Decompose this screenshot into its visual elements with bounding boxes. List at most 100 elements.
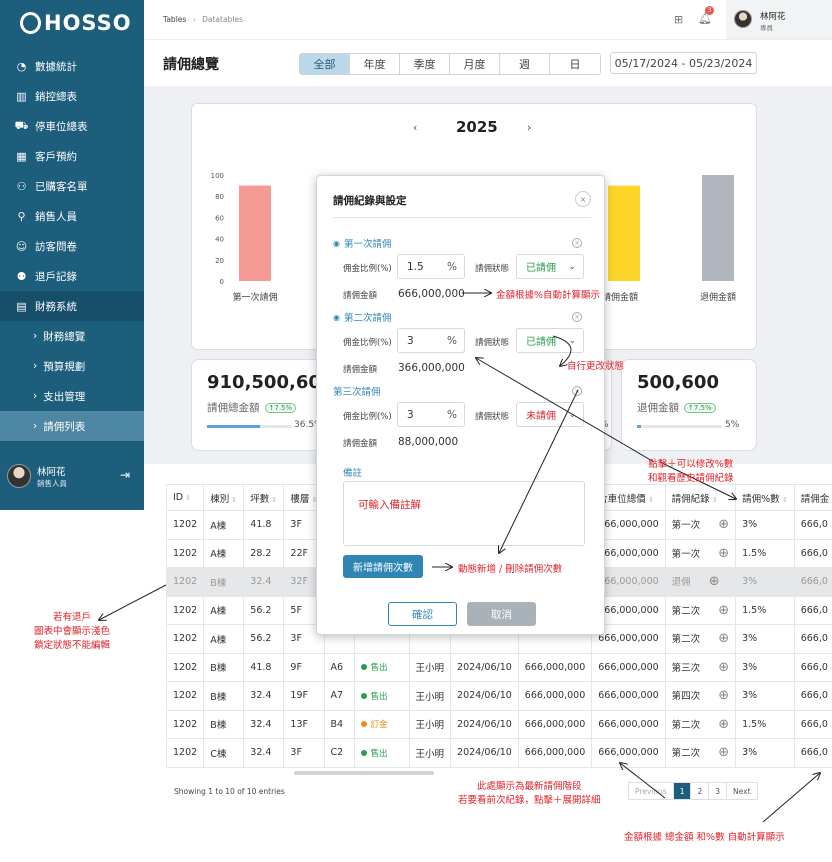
ratio-input[interactable]: 3% [397, 402, 465, 427]
pagination-page-3[interactable]: 3 [709, 783, 728, 799]
expand-plus-icon[interactable]: ⊕ [718, 717, 729, 732]
tab-4[interactable]: 月度 [450, 54, 500, 74]
table-row[interactable]: 1202 B棟 32.4 19F A7 售出 王小明 2024/06/10 666,000,00… [165, 681, 832, 711]
sidebar-item-5[interactable]: ⚇ 已購客名單 [0, 171, 144, 201]
cell-unit: A6 [323, 652, 355, 682]
expand-plus-icon[interactable]: ⊕ [709, 574, 720, 589]
expand-plus-icon[interactable]: ⊕ [718, 688, 729, 703]
record-title: 第一次請佣 [343, 239, 392, 250]
sidebar-item-3[interactable]: ⛟ 停車位總表 [0, 111, 144, 141]
status-select[interactable]: 已請佣 ⌄ [516, 254, 584, 279]
expand-plus-icon[interactable]: ⊕ [718, 517, 729, 532]
column-header[interactable]: 請佣紀錄 ⇕ [664, 484, 737, 511]
stat-total-label: 請佣總金額 [207, 402, 260, 414]
logout-icon[interactable]: ⇥ [120, 468, 130, 482]
sort-icon[interactable]: ⇕ [269, 496, 278, 504]
remove-record-icon[interactable]: × [572, 312, 582, 322]
brand-logo[interactable]: HOSSO [20, 11, 132, 35]
period-tabs: 全部 年度 季度 月度週日 [299, 53, 601, 75]
sort-icon[interactable]: ⇕ [646, 496, 654, 504]
chevron-down-icon: ⌄ [568, 409, 576, 420]
sort-icon[interactable]: ⇕ [780, 496, 788, 504]
table-row[interactable]: 1202 B棟 32.4 13F B4 訂金 王小明 2024/06/10 666,000,00… [165, 709, 832, 739]
column-header[interactable]: 棟別 ⇕ [203, 484, 245, 511]
sidebar-item-7[interactable]: ☺ 訪客問卷 [0, 231, 144, 261]
breadcrumb-tables[interactable]: Tables [163, 15, 186, 24]
sort-icon[interactable]: ⇕ [229, 496, 237, 504]
tab-2[interactable]: 年度 [350, 54, 400, 74]
expand-plus-icon[interactable]: ⊕ [718, 603, 729, 618]
sidebar-item-1[interactable]: ◔ 數據統計 [0, 51, 144, 81]
tab-6[interactable]: 日 [550, 54, 600, 74]
cancel-button[interactable]: 取消 [467, 602, 536, 626]
table-row[interactable]: 1202 B棟 41.8 9F A6 售出 王小明 2024/06/10 666,000,000… [165, 652, 832, 682]
chevron-down-icon: ⌄ [568, 335, 576, 346]
topbar-user[interactable]: 林阿花 專員 [726, 0, 832, 39]
status-select[interactable]: 已請佣 ⌄ [516, 328, 584, 353]
ratio-unit: % [447, 408, 457, 421]
sidebar-item-8[interactable]: ⚉ 退戶記錄 [0, 261, 144, 291]
status-value: 未請佣 [526, 411, 556, 422]
sidebar-item-6[interactable]: ⚲ 銷售人員 [0, 201, 144, 231]
pagination-previous[interactable]: Previous [629, 783, 674, 799]
pagination-next[interactable]: Next [727, 783, 756, 799]
calendar-icon: ▦ [16, 149, 27, 163]
sidebar-subitem-4[interactable]: › 請佣列表 [0, 411, 144, 441]
note-textarea[interactable]: 可輸入備註解 [343, 481, 585, 546]
ratio-input[interactable]: 3% [397, 328, 465, 353]
breadcrumb-separator: › [192, 15, 196, 24]
record-text: 第二次 [671, 605, 701, 617]
modal-close-button[interactable]: × [575, 191, 591, 207]
y-tick-label: 60 [215, 214, 224, 222]
remove-record-icon[interactable]: × [572, 238, 582, 248]
sidebar-subitem-label: 請佣列表 [43, 420, 86, 433]
annotation-refund-line2: 圖表中會顯示淺色 [34, 626, 111, 637]
expand-plus-icon[interactable]: ⊕ [718, 631, 729, 646]
sort-icon[interactable]: ⇕ [710, 496, 718, 504]
expand-plus-icon[interactable]: ⊕ [718, 745, 729, 760]
pagination-page-2[interactable]: 2 [691, 783, 710, 799]
annotation-edit-pct-line1: 點擊＋可以修改%數 [648, 459, 734, 470]
cell-building: B棟 [203, 681, 245, 711]
sort-icon[interactable]: ⇕ [183, 494, 191, 502]
expand-plus-icon[interactable]: ⊕ [718, 546, 729, 561]
column-header[interactable]: 坪數 ⇕ [243, 484, 285, 511]
chart-bar-1[interactable] [239, 185, 271, 281]
column-header-label: ID [173, 492, 184, 503]
sidebar-subitem-1[interactable]: › 財務總覽 [0, 321, 144, 351]
expand-plus-icon[interactable]: ⊕ [718, 660, 729, 675]
sidebar-subitem-2[interactable]: › 預算規劃 [0, 351, 144, 381]
sidebar-user-role: 銷售人員 [37, 478, 67, 488]
date-range-picker[interactable]: 05/17/2024 - 05/23/2024 [610, 52, 757, 74]
cell-price: 666,000,000 [517, 709, 593, 739]
sidebar-user[interactable]: 林阿花 銷售人員 ⇥ [0, 457, 144, 495]
tab-3[interactable]: 季度 [400, 54, 450, 74]
amount-value: 666,000,000 [398, 288, 465, 300]
column-header[interactable]: ID ⇕ [165, 484, 205, 511]
status-select[interactable]: 未請佣 ⌄ [516, 402, 584, 427]
ratio-input[interactable]: 1.5% [397, 254, 465, 279]
chart-bar-5[interactable] [702, 175, 734, 281]
breadcrumb-datatables[interactable]: Datatables [202, 15, 243, 24]
column-header[interactable]: 請佣金 [793, 484, 832, 511]
tab-1[interactable]: 全部 [300, 54, 350, 74]
chart-bar-4[interactable] [608, 185, 640, 281]
confirm-button[interactable]: 確認 [388, 602, 457, 626]
y-tick-label: 80 [215, 193, 224, 201]
tab-5[interactable]: 週 [500, 54, 550, 74]
sidebar-item-9[interactable]: ▤ 財務系統 [0, 291, 144, 321]
add-commission-button[interactable]: 新增請佣次數 [343, 555, 423, 578]
column-header[interactable]: 請佣%數 ⇕ [735, 484, 795, 511]
cell-date: 2024/06/10 [450, 738, 519, 768]
remove-record-icon[interactable]: × [572, 386, 582, 396]
sidebar-item-2[interactable]: ▥ 銷控總表 [0, 81, 144, 111]
sidebar-subitem-3[interactable]: › 支出管理 [0, 381, 144, 411]
grid-icon[interactable]: ⊞ [674, 13, 683, 26]
pagination-page-1[interactable]: 1 [673, 783, 692, 799]
table-row[interactable]: 1202 C棟 32.4 3F C2 售出 王小明 2024/06/10 666,000,000… [165, 738, 832, 768]
table-scrollbar[interactable] [294, 771, 434, 775]
cell-area: 32.4 [243, 567, 285, 597]
sidebar-item-4[interactable]: ▦ 客戶預約 [0, 141, 144, 171]
cell-total: 666,000,000 [591, 681, 666, 711]
topbar-user-role: 專員 [760, 24, 773, 32]
